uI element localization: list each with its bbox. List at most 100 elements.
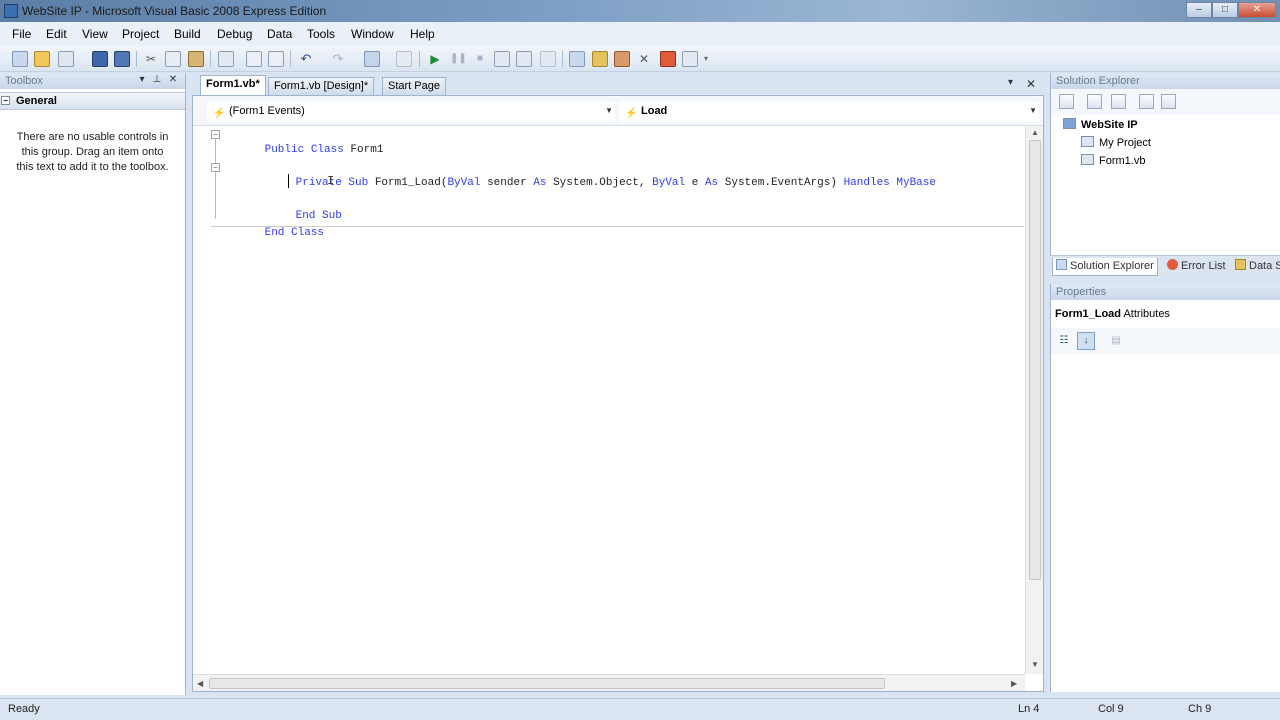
close-document-icon[interactable]: ✕ [1026,77,1036,91]
open-project-icon[interactable] [34,51,50,67]
toolbox-icon[interactable]: ✕ [636,51,652,67]
step-out-icon[interactable] [540,51,556,67]
close-icon[interactable]: ✕ [1238,2,1276,18]
categorized-icon[interactable]: ☷ [1055,332,1073,350]
find-icon[interactable] [218,51,234,67]
comment-icon[interactable] [246,51,262,67]
tab-form1-code[interactable]: Form1.vb* [200,75,266,95]
add-item-icon[interactable] [58,51,74,67]
start-page-icon[interactable] [682,51,698,67]
menu-file[interactable]: File [12,27,31,41]
menu-help[interactable]: Help [410,27,435,41]
menu-view[interactable]: View [82,27,108,41]
object-browser-icon[interactable] [614,51,630,67]
code-line-2: Private Sub Form1_Load(ByVal sender As S… [295,177,936,189]
menu-project[interactable]: Project [122,27,159,41]
step-over-icon[interactable] [516,51,532,67]
redo-icon[interactable]: ↷ [330,51,346,67]
menu-edit[interactable]: Edit [46,27,67,41]
tab-form1-design[interactable]: Form1.vb [Design]* [268,77,375,95]
properties-object-name: Form1_Load [1055,308,1122,320]
class-name-combo[interactable]: ⚡ (Form1 Events) ▼ [207,102,615,122]
horizontal-scroll-thumb[interactable] [209,678,885,689]
property-pages-icon[interactable]: ▤ [1107,332,1125,350]
collapse-sub-icon[interactable]: − [211,163,220,172]
menu-build[interactable]: Build [174,27,201,41]
window-title: WebSite IP - Microsoft Visual Basic 2008… [22,4,327,18]
solution-explorer-toolbar [1051,89,1280,115]
scroll-right-icon[interactable]: ▶ [1011,679,1017,688]
method-name-combo[interactable]: ⚡ Load ▼ [619,102,1039,122]
vertical-scrollbar[interactable]: ▲ ▼ [1025,126,1043,674]
stop-icon[interactable]: ■ [472,51,488,67]
scroll-down-icon[interactable]: ▼ [1031,660,1039,669]
properties-window-icon[interactable] [592,51,608,67]
menu-data[interactable]: Data [267,27,292,41]
properties-icon[interactable] [1059,94,1074,109]
properties-header: Properties [1051,284,1280,300]
show-all-files-icon[interactable] [1087,94,1102,109]
save-all-icon[interactable] [114,51,130,67]
vb-project-icon [1063,118,1076,129]
toolbox-group-general[interactable]: − General [0,92,185,110]
error-list-icon[interactable] [660,51,676,67]
properties-object-selector[interactable]: Form1_Load Attributes [1055,308,1170,320]
code-editor: ⚡ (Form1 Events) ▼ ⚡ Load ▼ − − Public C… [192,95,1044,692]
paste-icon[interactable] [188,51,204,67]
toolbox-title: Toolbox [5,75,43,87]
title-bar: WebSite IP - Microsoft Visual Basic 2008… [0,0,1280,22]
close-icon[interactable]: ✕ [167,74,179,86]
vertical-scroll-thumb[interactable] [1029,140,1041,580]
navigate-backward-icon[interactable] [364,51,380,67]
undo-icon[interactable]: ↶ [298,51,314,67]
solution-explorer-panel: Solution Explorer WebSite IP My Project … [1050,73,1280,255]
menu-window[interactable]: Window [351,27,394,41]
toolbar-overflow-icon[interactable]: ▾ [704,51,712,67]
start-debugging-icon[interactable]: ▶ [427,51,443,67]
uncomment-icon[interactable] [268,51,284,67]
tab-start-page[interactable]: Start Page [382,77,446,95]
scroll-up-icon[interactable]: ▲ [1031,128,1039,137]
solution-explorer-icon [1056,259,1067,270]
tree-my-project[interactable]: My Project [1081,136,1151,149]
horizontal-scrollbar[interactable]: ◀ ▶ [193,674,1025,691]
navigate-forward-icon[interactable] [396,51,412,67]
class-name-value: (Form1 Events) [229,105,305,117]
view-code-icon[interactable] [1139,94,1154,109]
minimize-icon[interactable]: – [1186,2,1212,18]
standard-toolbar: ✂ ↶ ↷ ▶ ❚❚ ■ ✕ ▾ [0,46,1280,72]
menu-debug[interactable]: Debug [217,27,252,41]
pin-icon[interactable]: ⊥ [151,74,163,86]
menu-tools[interactable]: Tools [307,27,335,41]
view-designer-icon[interactable] [1161,94,1176,109]
alphabetical-icon[interactable]: ↓ [1077,332,1095,350]
active-files-dropdown-icon[interactable]: ▾ [1008,77,1013,88]
editor-navigation-bar: ⚡ (Form1 Events) ▼ ⚡ Load ▼ [193,96,1043,126]
collapse-icon[interactable]: − [1,96,10,105]
chevron-down-icon[interactable]: ▼ [605,102,613,120]
cut-icon[interactable]: ✂ [143,51,159,67]
code-text-area[interactable]: − − Public Class Form1 Private Sub Form1… [193,126,1025,674]
code-line-4: End Sub [295,210,342,222]
step-into-icon[interactable] [494,51,510,67]
tab-data-sources[interactable]: Data S [1232,258,1280,276]
form-file-icon [1081,154,1094,165]
tree-form1-vb[interactable]: Form1.vb [1081,154,1145,167]
refresh-icon[interactable] [1111,94,1126,109]
new-project-icon[interactable] [12,51,28,67]
lightning-event-icon: ⚡ [213,108,226,119]
tree-project-root[interactable]: WebSite IP [1063,118,1138,131]
save-icon[interactable] [92,51,108,67]
solution-explorer-icon[interactable] [569,51,585,67]
maximize-icon[interactable]: □ [1212,2,1238,18]
chevron-down-icon[interactable]: ▼ [1029,102,1037,120]
panel-dropdown-icon[interactable]: ▾ [136,74,148,86]
tab-error-list[interactable]: Error List [1164,258,1229,276]
collapse-class-icon[interactable]: − [211,130,220,139]
scroll-left-icon[interactable]: ◀ [197,679,203,688]
pause-icon[interactable]: ❚❚ [450,51,467,67]
document-tab-strip: Form1.vb* Form1.vb [Design]* Start Page … [192,75,1044,95]
copy-icon[interactable] [165,51,181,67]
tab-solution-explorer[interactable]: Solution Explorer [1052,258,1158,276]
toolbox-group-label: General [16,95,57,107]
